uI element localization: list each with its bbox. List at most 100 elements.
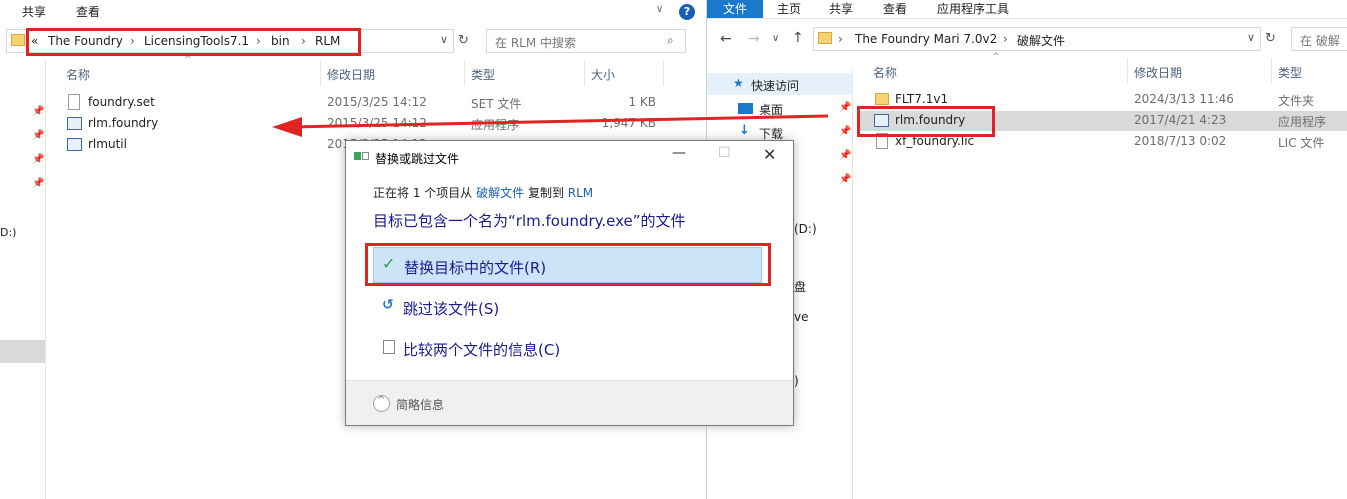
- left-nav-pane: [0, 60, 46, 499]
- left-tab-share[interactable]: 共享: [22, 3, 46, 20]
- file-date: 2015/3/25 14:12: [327, 95, 427, 109]
- col-divider[interactable]: [464, 60, 465, 86]
- right-explorer-window: 文件 主页 共享 查看 应用程序工具 ← → ∨ ↑ › The Foundry…: [706, 0, 1347, 499]
- copy-status-line: 正在将 1 个项目从 破解文件 复制到 RLM: [373, 184, 593, 201]
- annotation-arrow-shaft: [289, 114, 829, 129]
- col-divider[interactable]: [320, 60, 321, 86]
- col-size[interactable]: 大小: [591, 66, 615, 83]
- annotation-box-replace: [365, 243, 771, 286]
- right-tab-file[interactable]: 文件: [707, 0, 763, 18]
- file-date: 2024/3/13 11:46: [1134, 92, 1234, 106]
- nav-paren[interactable]: ): [794, 374, 799, 388]
- col-name[interactable]: 名称: [66, 66, 90, 83]
- history-chevron-icon[interactable]: ∨: [772, 33, 779, 44]
- app-icon: [67, 117, 82, 130]
- col-divider[interactable]: [663, 60, 664, 86]
- right-tab-app-tools[interactable]: 应用程序工具: [937, 0, 1009, 18]
- refresh-icon[interactable]: ↻: [458, 33, 469, 48]
- file-type: LIC 文件: [1278, 136, 1325, 150]
- annotation-arrow: [272, 114, 829, 137]
- pin-icon[interactable]: 📌: [839, 150, 851, 161]
- maximize-icon[interactable]: ☐: [718, 145, 731, 161]
- folder-icon: [11, 34, 25, 46]
- col-name[interactable]: 名称: [873, 64, 897, 81]
- skip-arrow-icon: ↺: [382, 297, 394, 313]
- copy-status-mid: 复制到: [527, 186, 564, 200]
- chevron-right-icon[interactable]: ›: [1003, 32, 1008, 46]
- nav-selected-item[interactable]: [0, 340, 45, 363]
- copy-status-prefix: 正在将 1 个项目从: [373, 186, 473, 200]
- chevron-down-icon[interactable]: ∨: [1247, 31, 1255, 44]
- chevron-down-icon[interactable]: ∨: [440, 33, 448, 46]
- right-tab-view[interactable]: 查看: [883, 0, 907, 18]
- skip-option-label: 跳过该文件(S): [403, 300, 500, 318]
- chevron-right-icon[interactable]: ›: [838, 32, 843, 46]
- pin-icon[interactable]: 📌: [32, 154, 44, 165]
- back-arrow-icon[interactable]: ←: [720, 31, 732, 47]
- search-icon: ⌕: [667, 33, 674, 47]
- search-placeholder: 在 RLM 中搜索: [495, 36, 577, 50]
- copy-files-icon: [354, 150, 370, 162]
- annotation-box-rlm-foundry: [857, 106, 995, 137]
- file-type: 文件夹: [1278, 94, 1315, 108]
- minimize-icon[interactable]: —: [672, 145, 686, 161]
- file-icon: [68, 94, 80, 110]
- annotation-box-address: [26, 28, 361, 56]
- up-arrow-icon[interactable]: ↑: [792, 30, 804, 46]
- col-divider[interactable]: [584, 60, 585, 86]
- app-icon: [67, 138, 82, 151]
- file-size: 1 KB: [628, 95, 656, 109]
- file-name: rlmutil: [88, 137, 127, 151]
- right-address-bar[interactable]: › The Foundry Mari 7.0v2 › 破解文件 ∨: [813, 27, 1261, 51]
- breadcrumb-crack-files[interactable]: 破解文件: [1017, 32, 1065, 49]
- sort-up-icon: ^: [992, 52, 1000, 62]
- col-divider[interactable]: [1271, 58, 1272, 84]
- pin-icon[interactable]: 📌: [32, 130, 44, 141]
- left-search-input[interactable]: 在 RLM 中搜索 ⌕: [486, 29, 686, 53]
- col-date[interactable]: 修改日期: [1134, 64, 1182, 81]
- skip-option-button[interactable]: ↺ 跳过该文件(S): [373, 289, 762, 325]
- nav-drive-fragment[interactable]: ve: [794, 310, 808, 324]
- destination-folder-link[interactable]: RLM: [568, 186, 593, 200]
- replace-or-skip-dialog: 替换或跳过文件 — ☐ ✕ 正在将 1 个项目从 破解文件 复制到 RLM 目标…: [345, 140, 794, 426]
- pin-icon[interactable]: 📌: [32, 106, 44, 117]
- col-divider[interactable]: [1127, 58, 1128, 84]
- col-date[interactable]: 修改日期: [327, 66, 375, 83]
- file-date: 2017/4/21 4:23: [1134, 113, 1227, 127]
- source-folder-link[interactable]: 破解文件: [476, 186, 524, 200]
- refresh-icon[interactable]: ↻: [1265, 31, 1276, 46]
- left-tab-view[interactable]: 查看: [76, 3, 100, 20]
- dialog-footer: ^ 简略信息: [346, 380, 793, 425]
- chevron-up-icon: ^: [377, 395, 386, 406]
- col-type[interactable]: 类型: [1278, 64, 1302, 81]
- file-date: 2018/7/13 0:02: [1134, 134, 1227, 148]
- ribbon-divider: [707, 18, 1347, 19]
- nav-disk[interactable]: 盘: [794, 278, 806, 295]
- file-name: foundry.set: [88, 95, 155, 109]
- nav-quick-access[interactable]: 快速访问: [751, 77, 799, 94]
- col-type[interactable]: 类型: [471, 66, 495, 83]
- search-placeholder: 在 破解: [1300, 34, 1340, 48]
- breadcrumb-mari[interactable]: The Foundry Mari 7.0v2: [855, 32, 997, 46]
- pin-icon[interactable]: 📌: [32, 178, 44, 189]
- pin-icon[interactable]: 📌: [839, 174, 851, 185]
- right-search-input[interactable]: 在 破解: [1291, 27, 1347, 51]
- fewer-details-label[interactable]: 简略信息: [396, 396, 444, 413]
- nav-drive-d[interactable]: (D:): [794, 222, 817, 236]
- file-type: 应用程序: [1278, 115, 1327, 129]
- file-name: rlm.foundry: [88, 116, 159, 130]
- folder-icon: [818, 32, 832, 44]
- forward-arrow-icon[interactable]: →: [748, 31, 760, 47]
- right-tab-home[interactable]: 主页: [777, 0, 801, 18]
- conflict-heading: 目标已包含一个名为“rlm.foundry.exe”的文件: [373, 212, 686, 230]
- compare-option-label: 比较两个文件的信息(C): [403, 341, 561, 359]
- nav-drive-fragment[interactable]: D:): [0, 226, 16, 239]
- right-ribbon: 文件 主页 共享 查看 应用程序工具: [707, 0, 1347, 18]
- right-tab-share[interactable]: 共享: [829, 0, 853, 18]
- ribbon-collapse-icon[interactable]: ∨: [656, 4, 663, 15]
- help-icon[interactable]: ?: [679, 4, 695, 20]
- file-name: FLT7.1v1: [895, 92, 949, 106]
- compare-option-button[interactable]: 比较两个文件的信息(C): [373, 330, 762, 366]
- close-icon[interactable]: ✕: [763, 145, 776, 164]
- collapse-details-button[interactable]: ^: [373, 395, 390, 412]
